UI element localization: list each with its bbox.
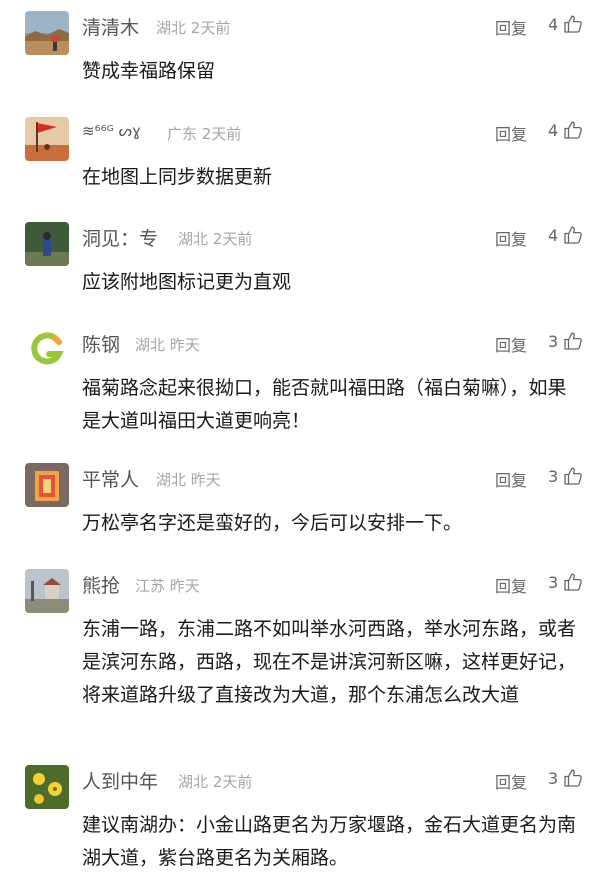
user-name[interactable]: 人到中年: [82, 767, 158, 794]
reply-button[interactable]: 回复: [495, 226, 527, 250]
user-name[interactable]: 洞见：专: [82, 224, 158, 251]
avatar[interactable]: [25, 222, 69, 266]
comment-text: 东浦一路，东浦二路不如叫举水河西路，举水河东路，或者是滨河东路，西路，现在不是讲…: [82, 618, 577, 706]
user-region: 湖北: [178, 230, 209, 248]
user-region: 广东: [167, 125, 198, 143]
like-count: 4: [548, 121, 559, 140]
thumbs-up-icon[interactable]: [563, 225, 583, 245]
comment-time: 2天前: [190, 19, 231, 37]
user-region: 湖北: [178, 773, 209, 791]
user-region: 江苏: [135, 577, 166, 595]
avatar[interactable]: [25, 328, 69, 372]
comment-time: 昨天: [169, 577, 200, 595]
user-name[interactable]: ≋⁶⁶ᴳ ᔕɣ: [82, 122, 141, 140]
avatar[interactable]: [25, 765, 69, 809]
comment-meta: 湖北 2天前: [178, 228, 252, 249]
comment-time: 昨天: [169, 336, 200, 354]
avatar[interactable]: [25, 463, 69, 507]
avatar[interactable]: [25, 117, 69, 161]
like-count: 3: [548, 332, 559, 351]
comment-text: 建议南湖办：小金山路更名为万家堰路，金石大道更名为南湖大道，紫台路更名为关厢路。: [82, 814, 577, 869]
comment-text: 应该附地图标记更为直观: [82, 271, 292, 293]
comment-meta: 湖北 昨天: [135, 334, 200, 355]
user-name[interactable]: 平常人: [82, 465, 139, 492]
reply-button[interactable]: 回复: [495, 15, 527, 39]
like-count: 4: [548, 226, 559, 245]
thumbs-up-icon[interactable]: [563, 14, 583, 34]
user-region: 湖北: [135, 336, 166, 354]
comment-meta: 广东 2天前: [167, 123, 241, 144]
like-count: 4: [548, 15, 559, 34]
user-name[interactable]: 熊抢: [82, 571, 120, 598]
avatar[interactable]: [25, 569, 69, 613]
user-name[interactable]: 陈钢: [82, 330, 120, 357]
user-region: 湖北: [156, 471, 187, 489]
thumbs-up-icon[interactable]: [563, 572, 583, 592]
comment-meta: 湖北 2天前: [178, 771, 252, 792]
thumbs-up-icon[interactable]: [563, 331, 583, 351]
comment-time: 2天前: [201, 125, 242, 143]
comment-meta: 江苏 昨天: [135, 575, 200, 596]
user-name[interactable]: 清清木: [82, 13, 139, 40]
reply-button[interactable]: 回复: [495, 121, 527, 145]
thumbs-up-icon[interactable]: [563, 466, 583, 486]
reply-button[interactable]: 回复: [495, 769, 527, 793]
avatar[interactable]: [25, 11, 69, 55]
reply-button[interactable]: 回复: [495, 573, 527, 597]
thumbs-up-icon[interactable]: [563, 120, 583, 140]
like-count: 3: [548, 573, 559, 592]
comment-time: 2天前: [212, 230, 253, 248]
reply-button[interactable]: 回复: [495, 467, 527, 491]
comment-time: 2天前: [212, 773, 253, 791]
like-count: 3: [548, 467, 559, 486]
comment-text: 赞成幸福路保留: [82, 60, 216, 82]
user-region: 湖北: [156, 19, 187, 37]
comment-text: 万松亭名字还是蛮好的，今后可以安排一下。: [82, 512, 463, 534]
reply-button[interactable]: 回复: [495, 332, 527, 356]
comment-meta: 湖北 昨天: [156, 469, 221, 490]
like-count: 3: [548, 769, 559, 788]
comment-meta: 湖北 2天前: [156, 17, 230, 38]
thumbs-up-icon[interactable]: [563, 768, 583, 788]
comment-text: 福菊路念起来很拗口，能否就叫福田路（福白菊嘛），如果是大道叫福田大道更响亮！: [82, 377, 567, 432]
comment-text: 在地图上同步数据更新: [82, 166, 273, 188]
comment-time: 昨天: [190, 471, 221, 489]
